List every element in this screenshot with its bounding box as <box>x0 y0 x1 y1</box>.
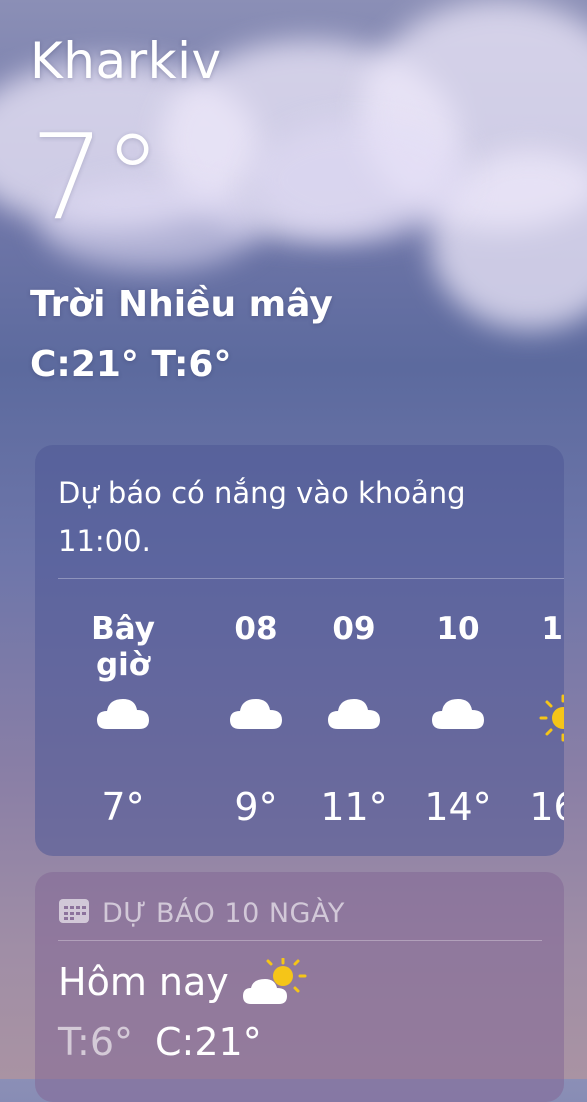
ten-day-header: DỰ BÁO 10 NGÀY <box>58 896 345 931</box>
hour-temp: 7° <box>101 785 145 829</box>
partly-sunny-icon <box>241 957 307 1012</box>
cloud-icon <box>398 693 518 743</box>
hour-label: 10 <box>436 611 480 647</box>
hour-temp: 14° <box>424 785 492 829</box>
divider <box>58 578 564 579</box>
today-label: Hôm nay <box>58 960 229 1004</box>
hour-item-now[interactable]: Bây giờ 7° <box>63 611 183 851</box>
forecast-summary: Dự báo có nắng vào khoảng 11:00. <box>58 476 466 558</box>
weather-condition: Trời Nhiều mây <box>30 284 333 325</box>
hour-label: 09 <box>332 611 376 647</box>
hourly-forecast-card[interactable]: Dự báo có nắng vào khoảng 11:00. Bây giờ… <box>35 445 564 856</box>
cloud-icon <box>294 693 414 743</box>
hour-item-09[interactable]: 09 11° <box>294 611 414 851</box>
ten-day-forecast-card[interactable]: DỰ BÁO 10 NGÀY Hôm nay T:6° C:21° <box>35 872 564 1102</box>
sun-icon <box>503 693 564 743</box>
hour-temp: 16° <box>529 785 564 829</box>
city-name: Kharkiv <box>30 32 222 90</box>
today-high-temp: C:21° <box>155 1020 262 1064</box>
current-temperature: 7° <box>30 108 162 246</box>
today-low-temp: T:6° <box>58 1020 134 1064</box>
calendar-icon <box>58 896 90 931</box>
hour-item-11[interactable]: 11 16° <box>503 611 564 851</box>
hour-temp: 11° <box>320 785 388 829</box>
ten-day-title: DỰ BÁO 10 NGÀY <box>102 898 345 929</box>
high-low-temperature: C:21° T:6° <box>30 344 232 385</box>
hour-item-10[interactable]: 10 14° <box>398 611 518 851</box>
hour-label: 11 <box>541 611 564 647</box>
hour-label: Bây giờ <box>91 611 155 683</box>
divider <box>58 940 542 941</box>
cloud-icon <box>63 693 183 743</box>
